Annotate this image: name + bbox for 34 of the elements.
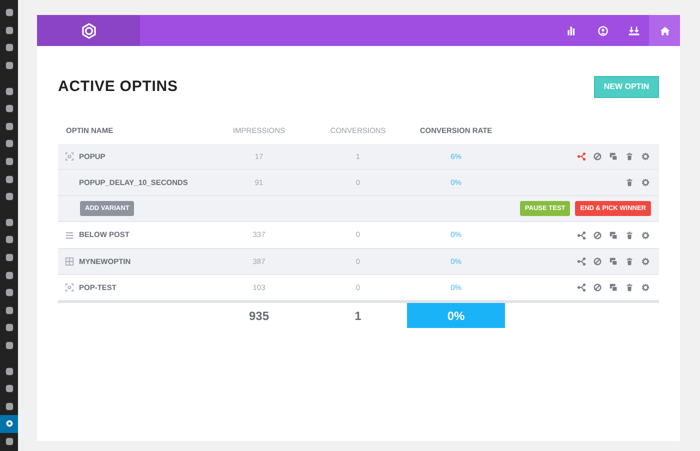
prohibited-icon[interactable] [593,256,602,266]
copy-icon[interactable] [609,152,618,161]
bar-chart-icon [566,24,578,36]
new-optin-button[interactable]: NEW OPTIN [594,76,659,98]
trash-icon[interactable] [625,230,634,240]
grid-icon [65,256,74,266]
user-circle-icon [596,24,608,36]
nav-tab[interactable] [649,15,680,46]
share-icon[interactable] [577,152,586,161]
share-icon[interactable] [577,230,586,240]
share-icon[interactable] [577,256,586,266]
hexagon-logo-icon [80,22,96,38]
lines-icon [65,230,74,240]
menu-item-icon [4,436,14,446]
prohibited-icon[interactable] [593,230,602,240]
trash-icon[interactable] [625,152,634,161]
total-conversions: 1 [354,308,362,325]
copy-icon[interactable] [609,230,618,240]
trash-icon[interactable] [625,178,634,187]
page-title: ACTIVE OPTINS [58,77,178,97]
home-icon [658,24,670,36]
trash-icon[interactable] [625,256,634,266]
sidebar-item[interactable] [0,415,18,433]
copy-icon[interactable] [609,283,618,292]
total-impressions: 935 [248,308,270,325]
corners-icon [65,152,74,161]
prohibited-icon[interactable] [593,152,602,161]
total-rate: 0% [407,303,505,328]
copy-icon[interactable] [609,256,618,266]
prohibited-icon[interactable] [593,283,602,292]
corners-icon [65,283,74,292]
arrows-bar-icon [628,24,640,36]
trash-icon[interactable] [625,283,634,292]
share-icon[interactable] [577,283,586,292]
